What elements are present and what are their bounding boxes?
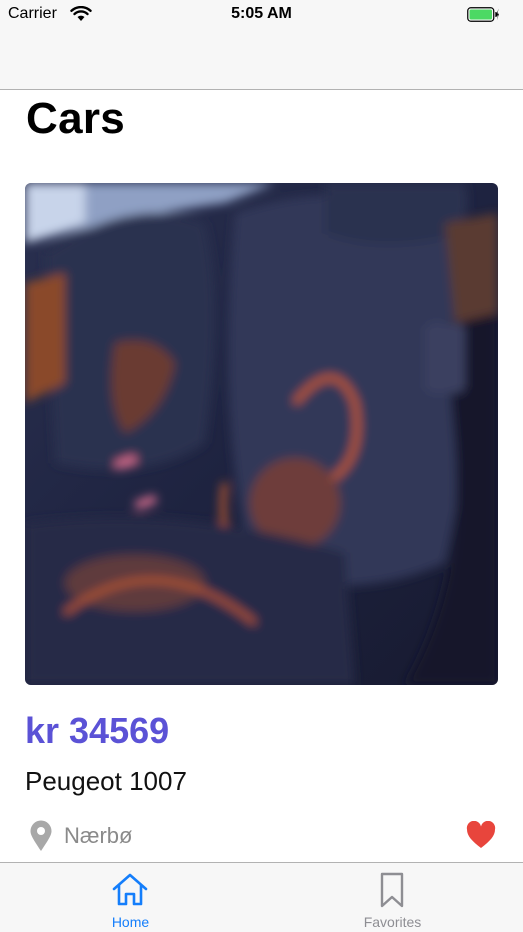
car-photo[interactable] bbox=[25, 183, 498, 685]
listing-price: kr 34569 bbox=[25, 710, 170, 751]
tab-home[interactable]: Home bbox=[0, 863, 261, 932]
navigation-bar bbox=[0, 30, 523, 90]
listing-location: Nærbø bbox=[64, 823, 133, 848]
status-bar: Carrier 5:05 AM bbox=[0, 0, 523, 30]
bookmark-icon bbox=[380, 872, 404, 908]
tab-bar: Home Favorites bbox=[0, 862, 523, 932]
battery-icon bbox=[467, 7, 499, 22]
listing-title: Peugeot 1007 bbox=[25, 766, 187, 796]
home-icon bbox=[112, 873, 148, 906]
tab-favorites[interactable]: Favorites bbox=[262, 863, 523, 932]
location-pin-icon bbox=[30, 820, 52, 851]
page-title: Cars bbox=[26, 94, 126, 143]
favorite-heart-icon[interactable] bbox=[466, 821, 496, 849]
tab-favorites-label: Favorites bbox=[363, 914, 422, 930]
clock: 5:05 AM bbox=[231, 5, 292, 22]
tab-home-label: Home bbox=[111, 914, 150, 930]
